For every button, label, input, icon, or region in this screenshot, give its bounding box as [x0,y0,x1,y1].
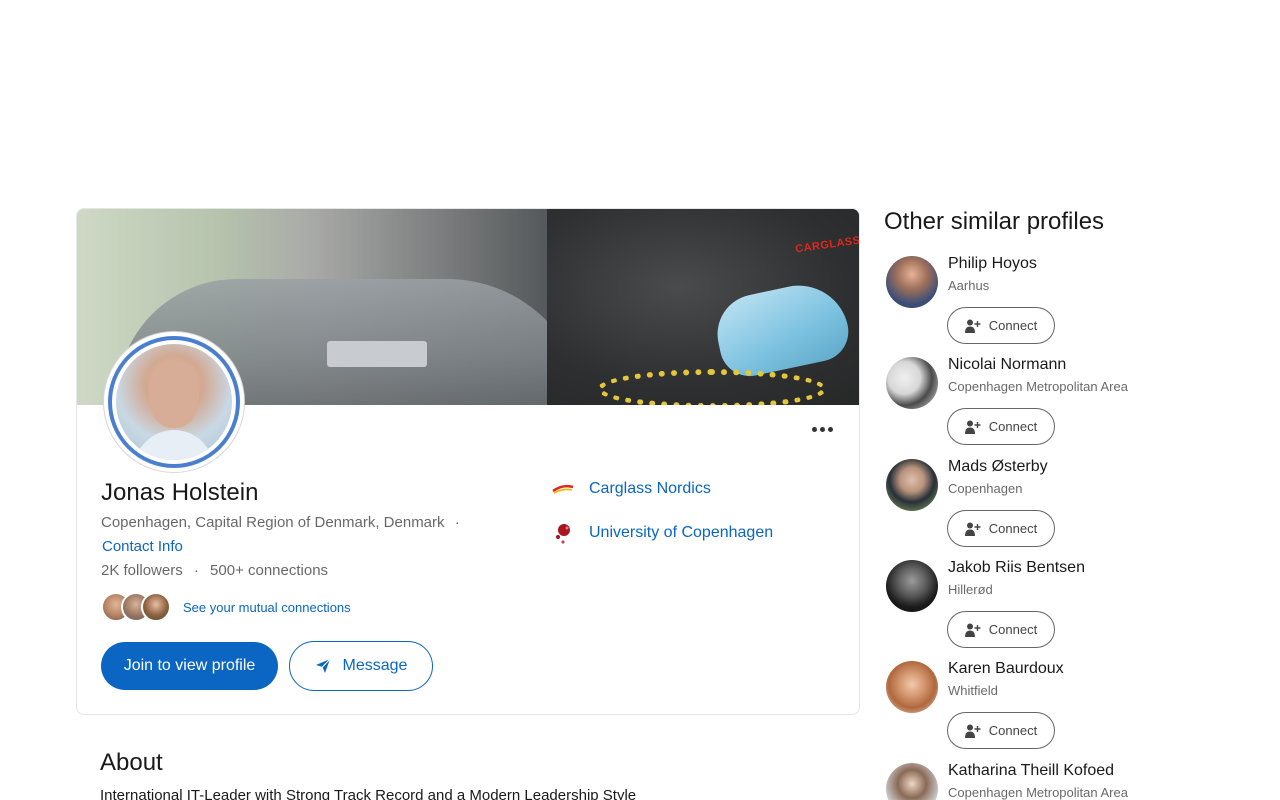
dot [819,426,825,432]
similar-profiles-heading: Other similar profiles [884,208,1105,235]
profile-avatar [104,332,244,472]
profile-card: CARGLASS Jonas Holstein Copenhagen, Capi… [76,208,860,715]
similar-profile-item[interactable]: Philip Hoyos Aarhus Connect [886,255,1266,356]
connect-button[interactable]: Connect [947,510,1055,547]
mutual-avatar [141,592,171,622]
connect-button[interactable]: Connect [947,408,1055,445]
connect-label: Connect [988,521,1038,536]
similar-profile-name[interactable]: Katharina Theill Kofoed [948,762,1114,780]
avatar-photo [116,344,232,460]
similar-profile-name[interactable]: Nicolai Normann [948,356,1066,374]
location-text: Copenhagen, Capital Region of Denmark, D… [101,514,445,531]
connect-button[interactable]: Connect [947,307,1055,344]
connect-label: Connect [988,723,1038,738]
add-person-icon [964,420,981,434]
mutual-connections[interactable]: See your mutual connections [101,592,351,622]
similar-profile-location: Whitfield [948,683,998,698]
connect-label: Connect [988,318,1038,333]
connect-button[interactable]: Connect [947,712,1055,749]
message-button-label: Message [342,657,408,674]
connect-label: Connect [988,622,1038,637]
mutual-connections-link[interactable]: See your mutual connections [183,600,351,615]
similar-profile-item[interactable]: Mads Østerby Copenhagen Connect [886,458,1266,559]
add-person-icon [964,623,981,637]
banner-hose-shape [597,369,827,405]
similar-profile-item[interactable]: Katharina Theill Kofoed Copenhagen Metro… [886,762,1266,800]
dot [811,426,817,432]
similar-profile-item[interactable]: Jakob Riis Bentsen Hillerød Connect [886,559,1266,660]
avatar[interactable] [886,256,938,308]
avatar-head [149,362,199,428]
affiliation-company[interactable]: Carglass Nordics [551,477,711,501]
message-button[interactable]: Message [289,641,433,691]
avatar[interactable] [886,661,938,713]
affiliation-education[interactable]: University of Copenhagen [551,521,773,545]
similar-profile-item[interactable]: Karen Baurdoux Whitfield Connect [886,660,1266,761]
similar-profile-name[interactable]: Karen Baurdoux [948,660,1064,678]
send-icon [315,658,330,673]
about-text: International IT-Leader with Strong Trac… [100,787,637,800]
more-options-icon[interactable] [809,419,835,439]
add-person-icon [964,319,981,333]
connections-count: 500+ connections [210,562,329,579]
location-separator: · [454,514,460,531]
similar-profile-item[interactable]: Nicolai Normann Copenhagen Metropolitan … [886,356,1266,457]
similar-profile-location: Copenhagen [948,481,1023,496]
affiliation-education-name[interactable]: University of Copenhagen [589,524,773,542]
add-person-icon [964,724,981,738]
profile-name: Jonas Holstein [101,479,259,506]
similar-profile-name[interactable]: Philip Hoyos [948,255,1037,273]
university-seal-icon [551,521,575,545]
avatar[interactable] [886,459,938,511]
carglass-logo-icon [551,477,575,501]
similar-profile-location: Hillerød [948,582,993,597]
avatar[interactable] [886,560,938,612]
avatar[interactable] [886,357,938,409]
about-heading: About [100,749,163,776]
stats-separator: · [193,562,199,579]
connect-button[interactable]: Connect [947,611,1055,648]
followers-count: 2K followers [101,562,183,579]
join-to-view-profile-button[interactable]: Join to view profile [101,642,278,690]
banner-license-plate [327,341,427,367]
similar-profile-location: Aarhus [948,278,990,293]
avatar-shirt [134,430,214,460]
profile-location: Copenhagen, Capital Region of Denmark, D… [101,514,460,531]
connect-label: Connect [988,419,1038,434]
dot [827,426,833,432]
profile-stats: 2K followers · 500+ connections [101,562,328,579]
similar-profile-location: Copenhagen Metropolitan Area [948,379,1128,394]
add-person-icon [964,522,981,536]
avatar[interactable] [886,763,938,800]
affiliation-company-name[interactable]: Carglass Nordics [589,480,711,498]
similar-profile-name[interactable]: Mads Østerby [948,458,1048,476]
contact-info-link[interactable]: Contact Info [102,538,183,555]
similar-profile-location: Copenhagen Metropolitan Area [948,785,1128,800]
similar-profile-name[interactable]: Jakob Riis Bentsen [948,559,1085,577]
